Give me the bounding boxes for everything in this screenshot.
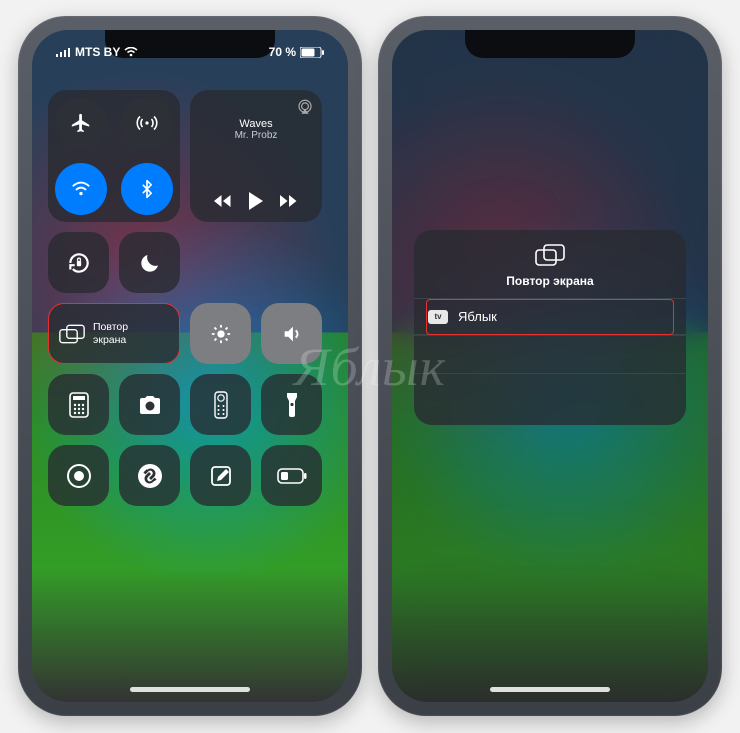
airplay-icon[interactable] [296,98,314,116]
battery-percent: 70 % [269,45,296,59]
media-artist: Mr. Probz [235,130,278,141]
phone-frame-left: MTS BY 70 % [18,16,362,716]
screen-record-button[interactable] [48,445,109,506]
bluetooth-toggle[interactable] [121,163,173,215]
forward-button[interactable] [280,194,298,208]
shazam-button[interactable] [119,445,180,506]
phone-frame-right: Повтор экрана tv Яблык [378,16,722,716]
screen-left: MTS BY 70 % [32,30,348,702]
rewind-button[interactable] [214,194,232,208]
list-item [414,335,686,373]
volume-slider[interactable] [261,303,322,364]
do-not-disturb-toggle[interactable] [119,232,180,293]
screen-mirroring-label-2: экрана [93,334,128,346]
camera-button[interactable] [119,374,180,435]
battery-icon [300,47,324,58]
notes-button[interactable] [190,445,251,506]
list-item [414,373,686,411]
cellular-data-toggle[interactable] [121,97,173,149]
low-power-mode-button[interactable] [261,445,322,506]
highlight-box [426,299,674,335]
connectivity-module[interactable] [48,90,180,222]
screen-mirroring-modal: Повтор экрана tv Яблык [414,230,686,425]
orientation-lock-toggle[interactable] [48,232,109,293]
media-module[interactable]: Waves Mr. Probz [190,90,322,222]
home-indicator[interactable] [490,687,610,692]
calculator-button[interactable] [48,374,109,435]
screen-mirroring-label-1: Повтор [93,321,128,333]
screen-mirroring-title: Повтор экрана [506,274,593,288]
status-bar: MTS BY 70 % [32,40,348,64]
screen-right: Повтор экрана tv Яблык [392,30,708,702]
media-title: Waves [235,118,278,130]
flashlight-button[interactable] [261,374,322,435]
screen-mirroring-icon [535,244,565,266]
apple-tv-remote-button[interactable] [190,374,251,435]
wifi-toggle[interactable] [55,163,107,215]
wifi-icon [124,47,138,57]
cellular-bars-icon [56,47,71,57]
airplane-mode-toggle[interactable] [55,97,107,149]
brightness-slider[interactable] [190,303,251,364]
notch [465,30,635,58]
screen-mirroring-button[interactable]: Повтор экрана [48,303,180,364]
play-button[interactable] [248,192,264,210]
carrier-label: MTS BY [75,45,120,59]
home-indicator[interactable] [130,687,250,692]
screen-mirroring-icon [59,324,85,344]
